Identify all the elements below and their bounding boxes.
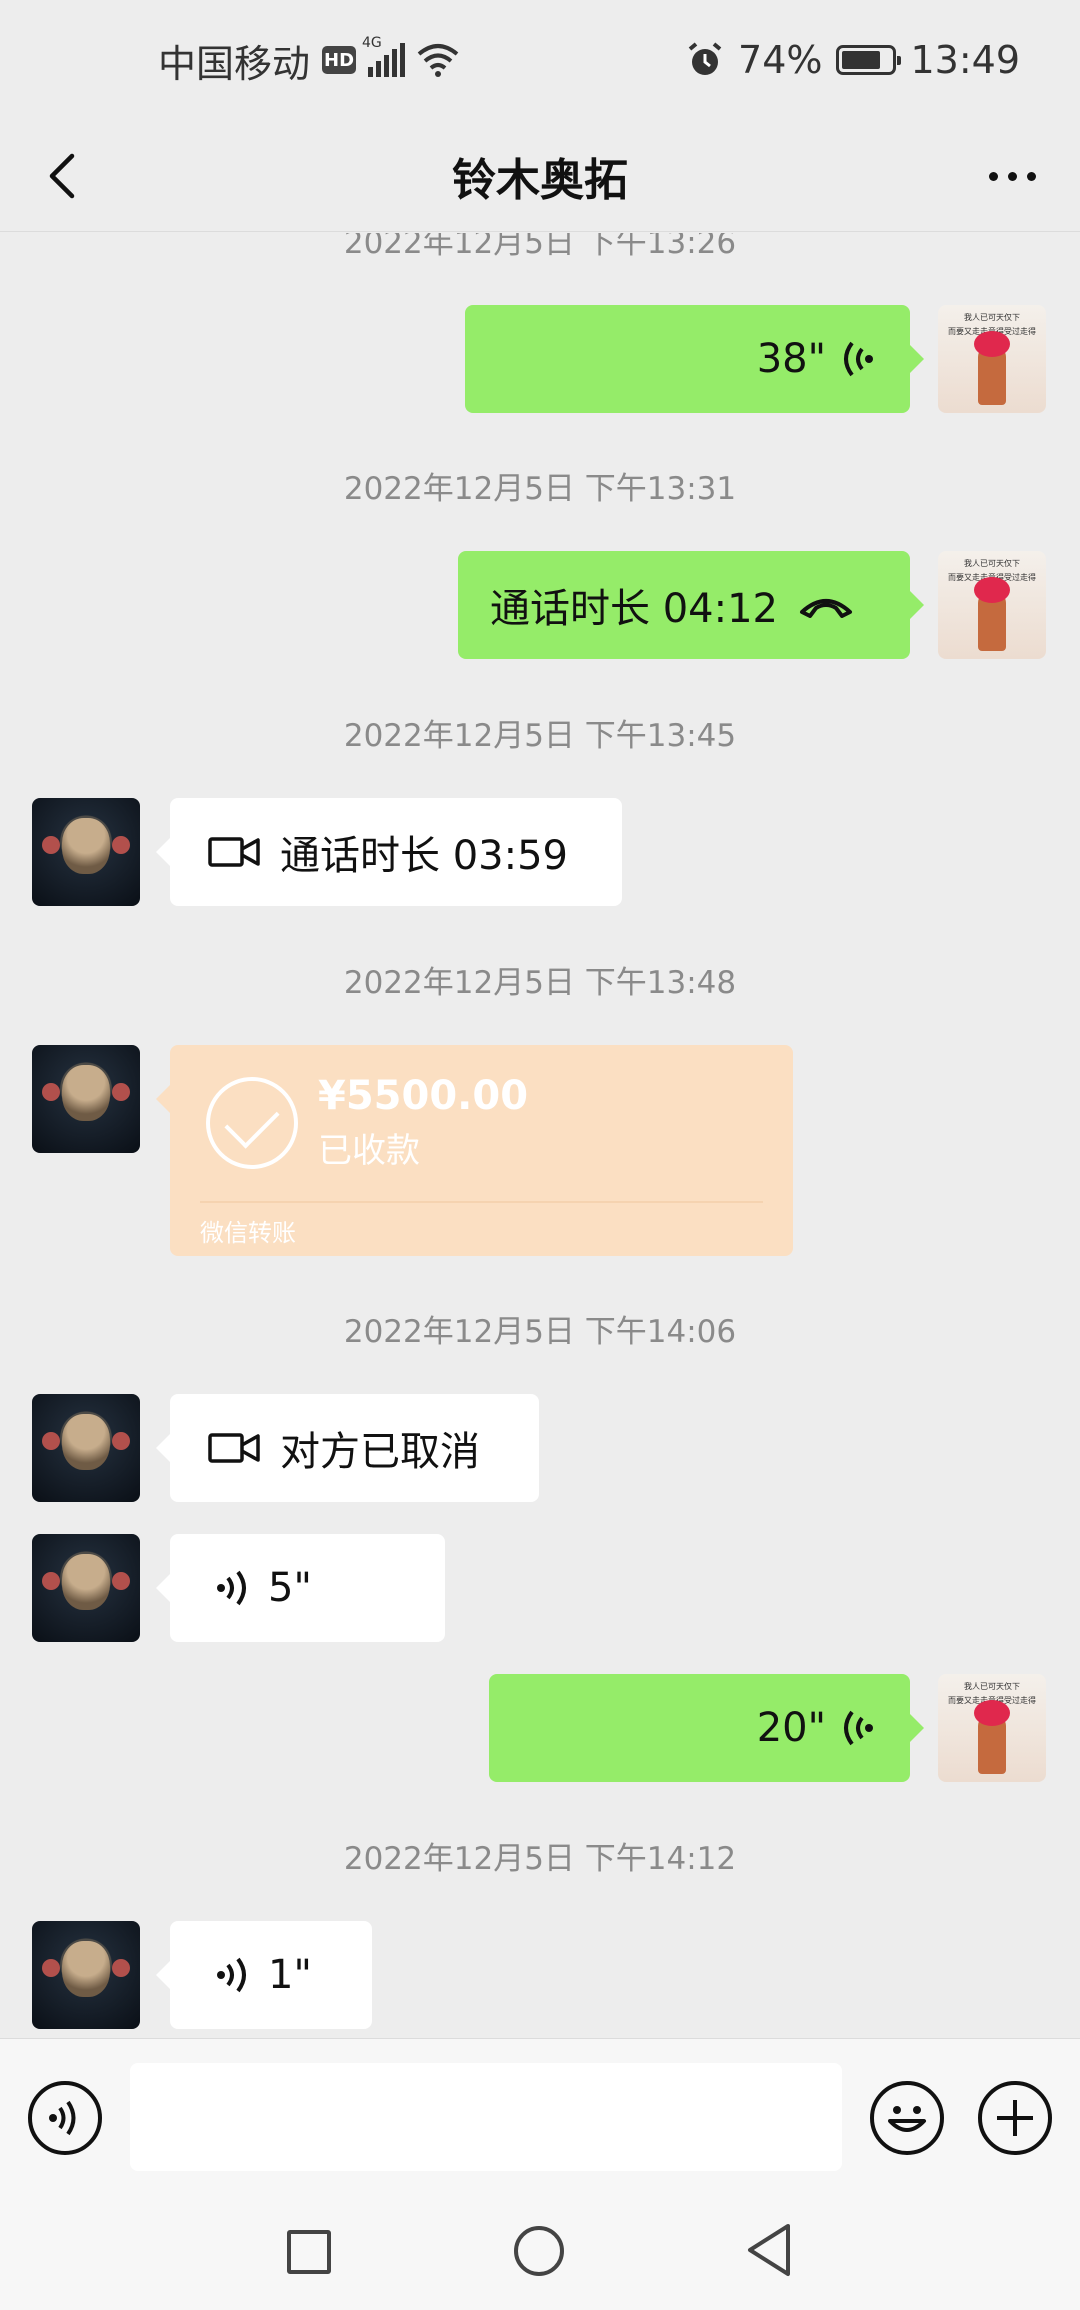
message-input[interactable] xyxy=(130,2063,842,2171)
recent-apps-icon[interactable] xyxy=(287,2230,331,2274)
my-avatar[interactable]: 我人已可天仅下 而要又走走意得受过走得 xyxy=(938,305,1046,413)
message-list[interactable]: 2022年12月5日 下午13:26 38" 我人已可天仅下 而要又走走意得受过走… xyxy=(0,233,1080,2038)
call-duration: 通话时长 04:12 xyxy=(490,586,778,632)
friend-avatar[interactable] xyxy=(32,798,140,906)
more-options-icon[interactable] xyxy=(982,146,1042,206)
timestamp: 2022年12月5日 下午13:48 xyxy=(343,965,737,1001)
back-arrow-icon[interactable] xyxy=(36,146,96,206)
battery-icon xyxy=(836,45,902,75)
call-duration: 通话时长 03:59 xyxy=(280,833,568,879)
voice-call-bubble[interactable]: 通话时长 04:12 xyxy=(458,551,924,659)
video-call-bubble[interactable]: 通话时长 03:59 xyxy=(156,798,622,906)
chat-header: 铃木奥拓 xyxy=(0,120,1080,232)
wechat-transfer-card[interactable]: ¥5500.00 已收款 微信转账 xyxy=(156,1045,793,1256)
voice-duration: 1" xyxy=(268,1952,312,1998)
friend-avatar[interactable] xyxy=(32,1921,140,2029)
alarm-icon xyxy=(688,42,722,75)
voice-message-bubble[interactable]: 38" xyxy=(465,305,924,413)
voice-wave-icon xyxy=(217,1570,246,1606)
friend-avatar[interactable] xyxy=(32,1394,140,1502)
carrier-label: 中国移动 xyxy=(158,41,311,86)
voice-message-bubble[interactable]: 20" xyxy=(489,1674,924,1782)
friend-avatar[interactable] xyxy=(32,1045,140,1153)
clock: 13:49 xyxy=(910,38,1020,82)
video-camera-icon xyxy=(208,837,260,867)
voice-duration: 5" xyxy=(268,1565,312,1611)
system-back-icon[interactable] xyxy=(744,2222,794,2278)
transfer-amount: ¥5500.00 xyxy=(318,1073,529,1119)
timestamp: 2022年12月5日 下午13:45 xyxy=(343,718,737,754)
voice-message-bubble[interactable]: 5" xyxy=(156,1534,445,1642)
my-avatar[interactable]: 我人已可天仅下 而要又走走意得受过走得 xyxy=(938,1674,1046,1782)
timestamp: 2022年12月5日 下午13:26 xyxy=(343,233,737,261)
check-circle-icon xyxy=(206,1077,298,1169)
status-bar: 中国移动 HD 4G 74% 13:49 xyxy=(0,0,1080,120)
wifi-icon xyxy=(417,44,459,77)
voice-wave-icon xyxy=(844,1710,873,1746)
signal-icon: 4G xyxy=(362,35,406,77)
chat-title: 铃木奥拓 xyxy=(452,154,628,206)
hd-icon: HD xyxy=(322,46,357,74)
timestamp: 2022年12月5日 下午14:12 xyxy=(343,1841,737,1877)
input-bar xyxy=(0,2038,1080,2200)
network-type: 4G xyxy=(362,35,382,51)
battery-percent: 74% xyxy=(738,38,823,82)
voice-duration: 20" xyxy=(756,1705,826,1751)
voice-message-bubble[interactable]: 1" xyxy=(156,1921,372,2029)
video-call-bubble[interactable]: 对方已取消 xyxy=(156,1394,539,1502)
voice-input-toggle-icon[interactable] xyxy=(28,2081,102,2155)
home-icon[interactable] xyxy=(514,2226,564,2276)
voice-wave-icon xyxy=(844,341,873,377)
voice-duration: 38" xyxy=(756,336,826,382)
timestamp: 2022年12月5日 下午14:06 xyxy=(343,1314,737,1350)
divider xyxy=(200,1201,763,1203)
emoji-icon[interactable] xyxy=(870,2081,944,2155)
plus-icon[interactable] xyxy=(978,2081,1052,2155)
timestamp: 2022年12月5日 下午13:31 xyxy=(343,471,737,507)
video-camera-icon xyxy=(208,1433,260,1463)
system-navigation-bar xyxy=(0,2200,1080,2310)
transfer-footer: 微信转账 xyxy=(200,1219,296,1247)
my-avatar[interactable]: 我人已可天仅下 而要又走走意得受过走得 xyxy=(938,551,1046,659)
transfer-status: 已收款 xyxy=(318,1131,420,1171)
call-status: 对方已取消 xyxy=(280,1429,480,1475)
friend-avatar[interactable] xyxy=(32,1534,140,1642)
phone-hangup-icon xyxy=(800,599,852,618)
voice-wave-icon xyxy=(217,1957,246,1993)
